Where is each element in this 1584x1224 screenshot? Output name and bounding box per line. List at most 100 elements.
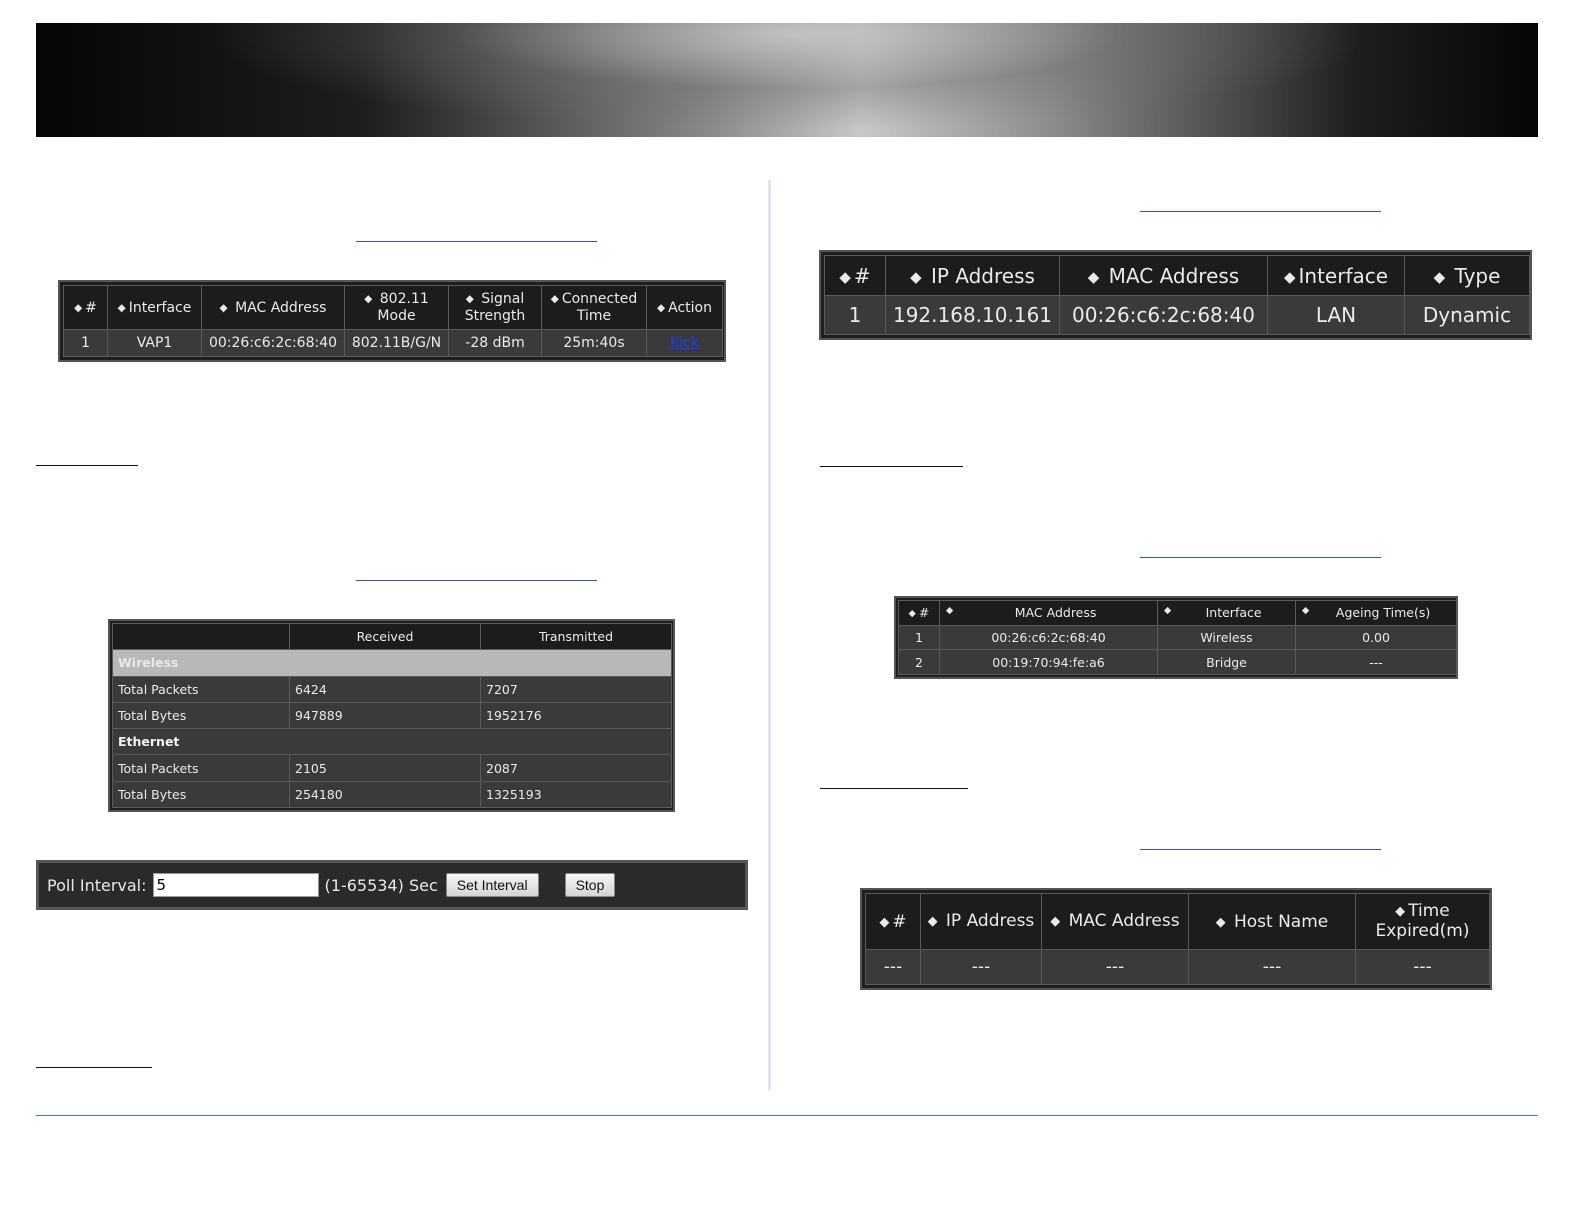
sort-icon: ◆ <box>1302 605 1310 617</box>
wireless-section-row: Wireless <box>112 649 672 677</box>
table-header-row: ◆ # ◆ IP Address ◆ MAC Address ◆ Interface… <box>824 255 1530 296</box>
mac-cell: 00:26:c6:2c:68:40 <box>1059 295 1268 335</box>
table-header-row: ◆ # ◆ MAC Address ◆ Interface ◆ Ageing Time(… <box>898 600 1457 626</box>
sort-signal-header[interactable]: ◆ Signal Strength <box>448 285 542 330</box>
received-value: 6424 <box>289 675 481 703</box>
sort-icon: ◆ <box>839 267 851 286</box>
sort-interface-header[interactable]: ◆ Interface <box>1267 255 1405 296</box>
stat-label: Total Packets <box>112 754 290 782</box>
table-row: 1 VAP1 00:26:c6:2c:68:40 802.11B/G/N -28… <box>63 329 723 357</box>
sort-hostname-header[interactable]: ◆ Host Name <box>1188 893 1356 950</box>
link-underline <box>1140 849 1381 850</box>
sort-icon: ◆ <box>1050 913 1061 929</box>
heading-underline <box>36 465 138 466</box>
table-row: --- --- --- --- --- <box>865 949 1490 985</box>
column-divider <box>768 180 771 1090</box>
row-number: 1 <box>63 329 108 357</box>
sort-mac-header[interactable]: ◆ MAC Address <box>201 285 345 330</box>
sort-icon: ◆ <box>908 608 916 620</box>
received-value: 947889 <box>289 701 481 730</box>
poll-range-label: (1-65534) Sec <box>324 875 438 895</box>
heading-underline <box>820 788 968 789</box>
sort-icon: ◆ <box>1395 903 1406 919</box>
table-row: Total Packets 2105 2087 <box>112 754 672 782</box>
sort-interface-header[interactable]: ◆ Interface <box>107 285 202 330</box>
ip-cell: --- <box>920 949 1042 985</box>
connected-time-cell: 25m:40s <box>541 329 647 357</box>
sort-mac-header[interactable]: ◆ MAC Address <box>1041 893 1189 950</box>
hostname-cell: --- <box>1188 949 1356 985</box>
type-cell: Dynamic <box>1404 295 1530 335</box>
stop-button[interactable]: Stop <box>564 873 616 897</box>
header-banner <box>36 23 1538 137</box>
table-row: 2 00:19:70:94:fe:a6 Bridge --- <box>898 649 1457 675</box>
ethernet-section-label: Ethernet <box>112 728 672 756</box>
statistics-table: Received Transmitted Wireless Total Pack… <box>108 619 675 812</box>
table-header-row: Received Transmitted <box>112 622 672 651</box>
sort-icon: ◆ <box>879 914 890 930</box>
poll-interval-bar: Poll Interval: (1-65534) Sec Set Interva… <box>36 860 748 910</box>
heading-underline <box>820 466 963 467</box>
sort-icon: ◆ <box>927 913 938 929</box>
kick-link[interactable]: Kick <box>670 335 699 351</box>
sort-mac-header[interactable]: ◆ MAC Address <box>939 600 1158 626</box>
sort-icon: ◆ <box>1283 267 1296 286</box>
interface-cell: LAN <box>1267 295 1405 335</box>
link-underline <box>356 241 597 242</box>
sort-num-header[interactable]: ◆ # <box>898 600 940 626</box>
row-number: --- <box>865 949 921 985</box>
stat-label: Total Bytes <box>112 701 290 730</box>
mac-cell: --- <box>1041 949 1189 985</box>
received-header: Received <box>289 622 481 651</box>
table-header-row: ◆ # ◆ Interface ◆ MAC Address ◆ 802.11 Mod… <box>63 285 723 330</box>
sort-time-header[interactable]: ◆ Connected Time <box>541 285 647 330</box>
interface-cell: VAP1 <box>107 329 202 357</box>
wireless-client-table: ◆ # ◆ Interface ◆ MAC Address ◆ 802.11 Mod… <box>58 280 726 362</box>
table-row: 1 00:26:c6:2c:68:40 Wireless 0.00 <box>898 624 1457 651</box>
sort-num-header[interactable]: ◆ # <box>824 255 886 296</box>
interface-cell: Wireless <box>1157 624 1296 651</box>
stat-label: Total Packets <box>112 675 290 703</box>
sort-icon: ◆ <box>465 293 474 306</box>
interface-cell: Bridge <box>1157 649 1296 675</box>
action-cell: Kick <box>646 329 723 357</box>
sort-expired-header[interactable]: ◆ Time Expired(m) <box>1355 893 1490 950</box>
arp-table: ◆ # ◆ IP Address ◆ MAC Address ◆ Interface… <box>819 250 1532 340</box>
received-value: 2105 <box>289 754 481 782</box>
sort-ageing-header[interactable]: ◆ Ageing Time(s) <box>1295 600 1457 626</box>
link-underline <box>1140 211 1381 212</box>
sort-action-header[interactable]: ◆ Action <box>646 285 723 330</box>
mac-cell: 00:26:c6:2c:68:40 <box>939 624 1158 651</box>
sort-interface-header[interactable]: ◆ Interface <box>1157 600 1296 626</box>
received-value: 254180 <box>289 780 481 809</box>
sort-type-header[interactable]: ◆ Type <box>1404 255 1530 296</box>
sort-ip-header[interactable]: ◆ IP Address <box>920 893 1042 950</box>
poll-interval-input[interactable] <box>152 873 319 897</box>
transmitted-value: 7207 <box>480 675 672 703</box>
bridge-table: ◆ # ◆ MAC Address ◆ Interface ◆ Ageing Time(… <box>894 596 1458 679</box>
sort-icon: ◆ <box>550 293 559 306</box>
sort-mac-header[interactable]: ◆ MAC Address <box>1059 255 1268 296</box>
transmitted-value: 1325193 <box>480 780 672 809</box>
table-row: Total Bytes 947889 1952176 <box>112 701 672 730</box>
ageing-cell: 0.00 <box>1295 624 1457 651</box>
stat-label: Total Bytes <box>112 780 290 809</box>
table-row: Total Packets 6424 7207 <box>112 675 672 703</box>
sort-icon: ◆ <box>74 301 83 314</box>
row-number: 1 <box>898 624 940 651</box>
set-interval-button[interactable]: Set Interval <box>445 873 539 897</box>
row-number: 1 <box>824 295 886 335</box>
row-number: 2 <box>898 649 940 675</box>
sort-icon: ◆ <box>1215 914 1226 930</box>
sort-ip-header[interactable]: ◆ IP Address <box>885 255 1060 296</box>
sort-mode-header[interactable]: ◆ 802.11 Mode <box>344 285 449 330</box>
sort-num-header[interactable]: ◆ # <box>865 893 921 950</box>
sort-icon: ◆ <box>219 301 228 314</box>
link-underline <box>356 580 597 581</box>
mode-cell: 802.11B/G/N <box>344 329 449 357</box>
dhcp-client-table: ◆ # ◆ IP Address ◆ MAC Address ◆ Host Nam… <box>860 888 1492 990</box>
transmitted-header: Transmitted <box>480 622 672 651</box>
sort-icon: ◆ <box>910 267 922 286</box>
sort-icon: ◆ <box>1164 605 1172 617</box>
sort-num-header[interactable]: ◆ # <box>63 285 108 330</box>
